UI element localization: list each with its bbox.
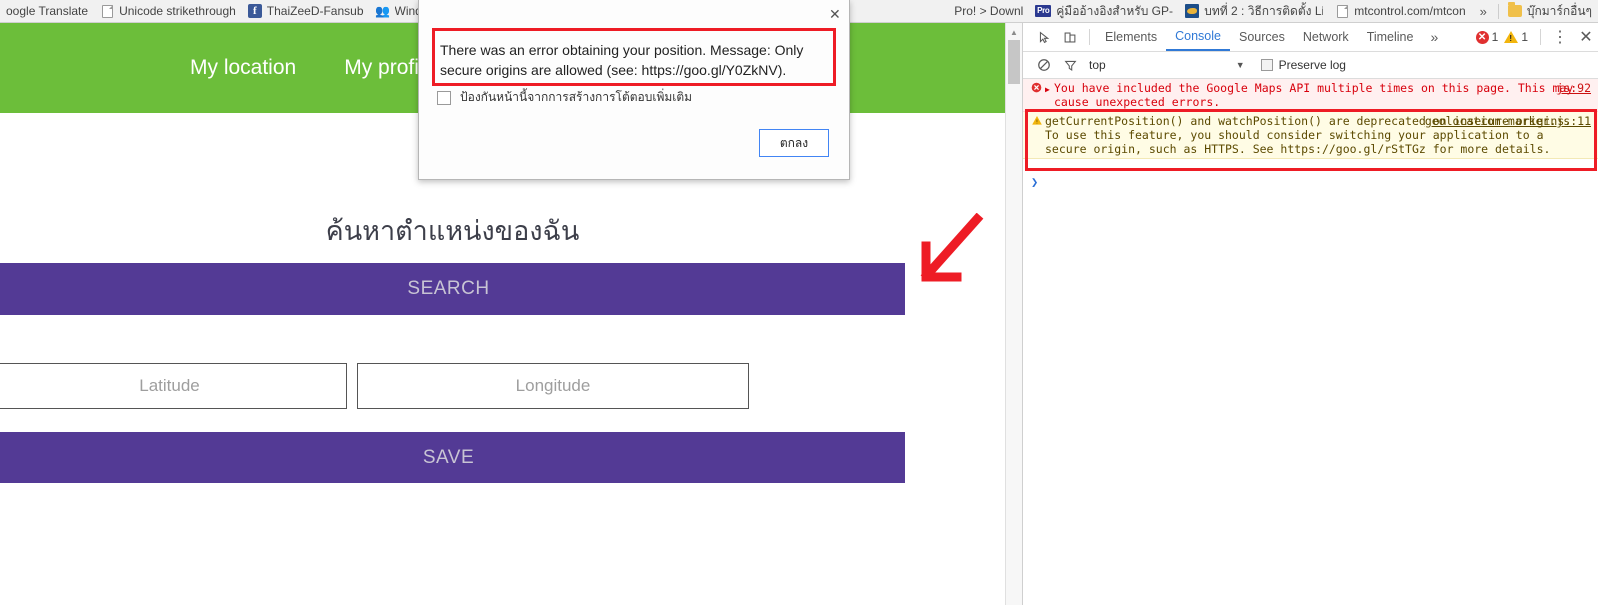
error-icon bbox=[1031, 81, 1045, 96]
bookmark-label: mtcontrol.com/mtcon bbox=[1354, 4, 1466, 18]
filter-icon[interactable] bbox=[1057, 53, 1083, 77]
page-title: ค้นหาตำแหน่งของฉัน bbox=[325, 216, 580, 247]
preserve-log-checkbox[interactable] bbox=[1260, 59, 1273, 71]
devtools-close-icon[interactable]: ✕ bbox=[1573, 25, 1598, 49]
warning-icon bbox=[1504, 31, 1519, 43]
tab-console[interactable]: Console bbox=[1166, 23, 1230, 51]
bookmark-label: ThaiZeeD-Fansub bbox=[266, 4, 364, 18]
facebook-icon: f bbox=[247, 4, 262, 18]
error-count-value: 1 bbox=[1491, 30, 1499, 44]
bookmark-item-linux-chapter2[interactable]: บทที่ 2 : วิธีการติดตั้ง Lin bbox=[1179, 0, 1329, 22]
bookmark-label: Pro! > Downl bbox=[954, 4, 1024, 18]
browser-window: oogle Translate Unicode strikethrough f … bbox=[0, 0, 1598, 605]
error-count-badge[interactable]: ✕ 1 bbox=[1475, 30, 1499, 44]
red-arrow-annotation-icon bbox=[905, 212, 985, 308]
scroll-up-icon[interactable]: ▲ bbox=[1007, 25, 1021, 39]
clear-console-icon[interactable] bbox=[1031, 53, 1057, 77]
console-error-text: You have included the Google Maps API mu… bbox=[1054, 81, 1581, 109]
folder-icon bbox=[1507, 2, 1522, 18]
preserve-log-toggle[interactable]: Preserve log bbox=[1260, 58, 1346, 72]
tab-sources[interactable]: Sources bbox=[1230, 23, 1294, 51]
warning-count-value: 1 bbox=[1521, 30, 1528, 44]
bookmark-label: บทที่ 2 : วิธีการติดตั้ง Lin bbox=[1204, 3, 1324, 18]
console-message-warning[interactable]: ! getCurrentPosition() and watchPosition… bbox=[1023, 112, 1598, 159]
warning-icon: ! bbox=[1031, 114, 1045, 129]
console-filter-bar: top ▼ Preserve log bbox=[1023, 52, 1598, 79]
error-icon: ✕ bbox=[1475, 30, 1489, 44]
bookmark-item-google-translate[interactable]: oogle Translate bbox=[0, 0, 94, 22]
bookmark-label: คู่มืออ้างอิงสำหรับ GP-Pr bbox=[1056, 3, 1174, 18]
tab-timeline[interactable]: Timeline bbox=[1358, 23, 1423, 51]
page-icon bbox=[100, 4, 114, 18]
nav-link-my-location[interactable]: My location bbox=[190, 56, 296, 80]
dialog-suppress-checkbox[interactable] bbox=[437, 90, 451, 105]
console-context-select[interactable]: top bbox=[1089, 58, 1106, 72]
expand-triangle-icon[interactable]: ▶ bbox=[1045, 81, 1054, 97]
blue-site-icon bbox=[1185, 4, 1200, 18]
bookmark-item-thaizeed-fansub[interactable]: f ThaiZeeD-Fansub bbox=[242, 0, 370, 22]
toggle-device-toolbar-icon[interactable] bbox=[1057, 25, 1083, 49]
console-input-prompt[interactable]: ❯ bbox=[1031, 175, 1038, 189]
page-icon bbox=[1335, 4, 1349, 18]
devtools-menu-icon[interactable]: ⋮ bbox=[1547, 25, 1573, 49]
tab-close-icon[interactable]: ✕ bbox=[829, 6, 841, 23]
bookmark-label: Unicode strikethrough bbox=[119, 4, 236, 18]
bookmarks-overflow-button[interactable]: » bbox=[1472, 4, 1495, 19]
devtools-toolbar: Elements Console Sources Network Timelin… bbox=[1023, 23, 1598, 52]
dialog-suppress-row[interactable]: ป้องกันหน้านี้จากการสร้างการโต้ตอบเพิ่มเ… bbox=[437, 88, 692, 107]
chevron-down-icon[interactable]: ▼ bbox=[1236, 60, 1245, 70]
bookmark-item-mtcontrol[interactable]: mtcontrol.com/mtcon bbox=[1329, 0, 1471, 22]
bookmark-item-pro-download[interactable]: Pro! > Downl bbox=[948, 0, 1029, 22]
preserve-log-label: Preserve log bbox=[1278, 58, 1346, 72]
devtools-scrollbar-thumb[interactable] bbox=[1008, 40, 1020, 84]
search-button[interactable]: SEARCH bbox=[0, 263, 905, 315]
longitude-placeholder: Longitude bbox=[515, 376, 591, 395]
inspect-element-icon[interactable] bbox=[1031, 25, 1057, 49]
console-message-error[interactable]: ▶ You have included the Google Maps API … bbox=[1023, 79, 1598, 112]
latitude-placeholder: Latitude bbox=[139, 376, 200, 395]
toolbar-divider-2 bbox=[1540, 29, 1541, 45]
dialog-suppress-label: ป้องกันหน้านี้จากการสร้างการโต้ตอบเพิ่มเ… bbox=[460, 90, 693, 104]
svg-text:!: ! bbox=[1036, 120, 1038, 126]
dialog-ok-button[interactable]: ตกลง bbox=[759, 129, 829, 157]
dialog-message-text: There was an error obtaining your positi… bbox=[440, 42, 804, 78]
other-bookmarks-label: บุ๊กมาร์กอื่นๆ bbox=[1526, 3, 1592, 18]
console-warning-source-link[interactable]: geolocation-marker.js:11 bbox=[1425, 114, 1591, 128]
bookmarks-divider bbox=[1497, 3, 1499, 19]
more-tabs-icon[interactable]: » bbox=[1422, 29, 1446, 45]
console-error-source-link[interactable]: js:92 bbox=[1556, 81, 1591, 95]
tab-network[interactable]: Network bbox=[1294, 23, 1358, 51]
longitude-input[interactable]: Longitude bbox=[357, 363, 749, 409]
devtools-panel: Elements Console Sources Network Timelin… bbox=[1022, 23, 1598, 605]
latitude-input[interactable]: Latitude bbox=[0, 363, 347, 409]
console-message-list: ▶ You have included the Google Maps API … bbox=[1023, 79, 1598, 605]
save-button[interactable]: SAVE bbox=[0, 432, 905, 483]
tab-elements[interactable]: Elements bbox=[1096, 23, 1166, 51]
warning-count-badge[interactable]: 1 bbox=[1504, 30, 1528, 44]
bookmark-item-gp-pro-manual[interactable]: Pro คู่มืออ้างอิงสำหรับ GP-Pr bbox=[1029, 0, 1179, 22]
javascript-alert-dialog: There was an error obtaining your positi… bbox=[418, 0, 850, 180]
toolbar-divider bbox=[1089, 29, 1090, 45]
devtools-resizer[interactable] bbox=[1006, 23, 1022, 605]
bookmark-label: oogle Translate bbox=[6, 4, 89, 18]
people-icon: 👥 bbox=[375, 4, 390, 18]
other-bookmarks-folder[interactable]: บุ๊กมาร์กอื่นๆ bbox=[1502, 0, 1598, 22]
bookmark-item-unicode-strikethrough[interactable]: Unicode strikethrough bbox=[94, 0, 242, 22]
dialog-message-highlight: There was an error obtaining your positi… bbox=[432, 28, 836, 86]
pro-icon: Pro bbox=[1035, 5, 1052, 17]
